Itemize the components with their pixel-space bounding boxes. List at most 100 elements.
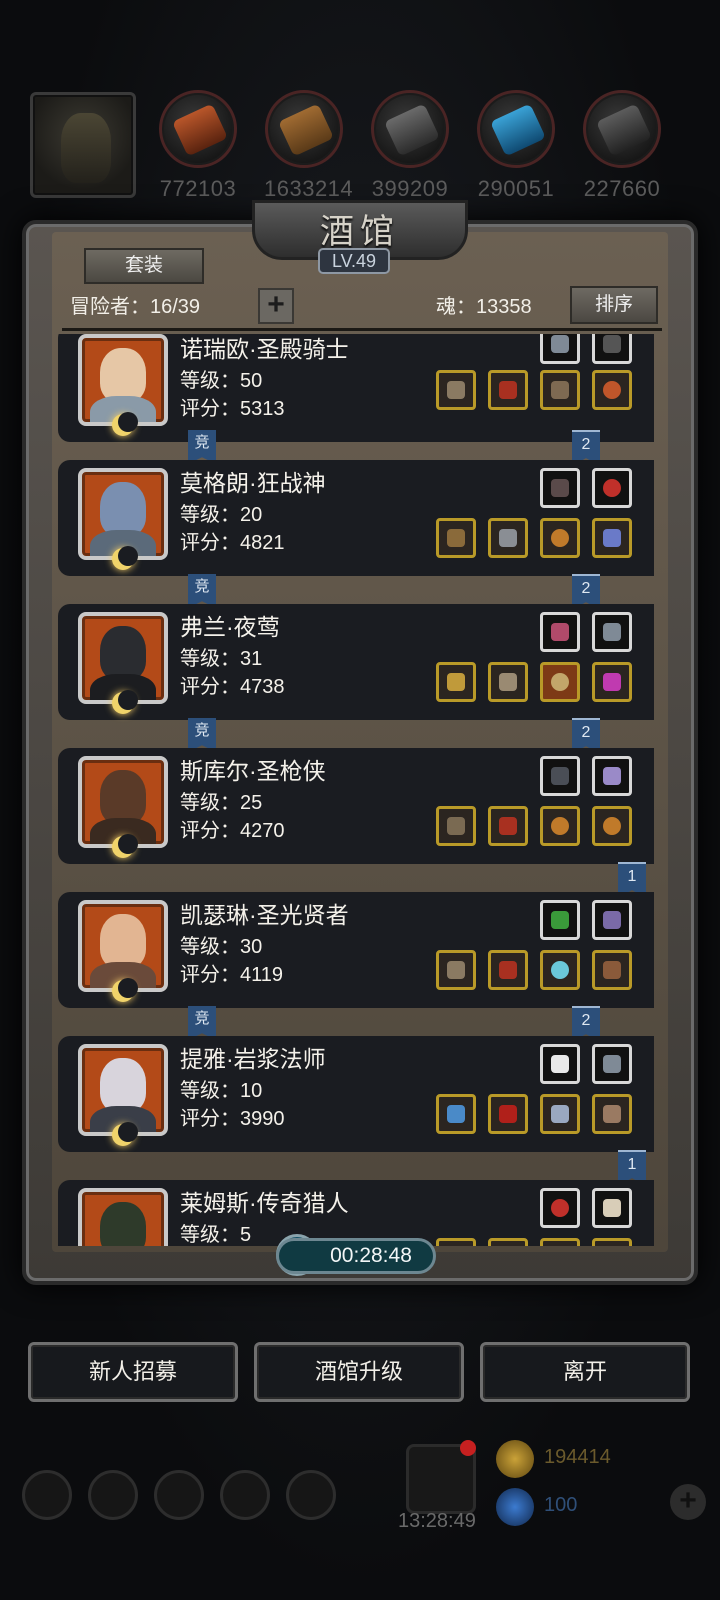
ring-slot[interactable]	[592, 370, 632, 410]
armor-slot[interactable]	[592, 612, 632, 652]
hero-level: 等级：5	[180, 1224, 252, 1246]
armor-slot[interactable]	[540, 334, 580, 364]
compass-icon[interactable]	[88, 1470, 138, 1520]
book-icon[interactable]	[286, 1470, 336, 1520]
helmet-slot[interactable]	[488, 518, 528, 558]
gem-slot[interactable]	[592, 468, 632, 508]
book-slot[interactable]	[540, 900, 580, 940]
resource-crystal[interactable]: 290051	[476, 90, 556, 210]
hero-level: 等级：10	[180, 1080, 263, 1102]
bottom-bar: 13:28:49 194414 100 +	[0, 1440, 720, 1600]
weapon-slot[interactable]	[436, 1238, 476, 1246]
hero-name: 诺瑞欧·圣殿骑士	[180, 336, 349, 362]
weapon-slot[interactable]	[436, 370, 476, 410]
hero-score: 评分：4738	[180, 676, 285, 698]
soul-count: 魂：13358	[436, 296, 532, 318]
boots-slot[interactable]	[592, 950, 632, 990]
helmet-slot[interactable]	[488, 370, 528, 410]
tavern-panel: 酒馆 LV.49 套装 冒险者：16/39 + 魂：13358 排序 诺瑞欧·圣…	[22, 200, 698, 1290]
gift-timer: 13:28:49	[398, 1510, 476, 1532]
gate-icon[interactable]	[154, 1470, 204, 1520]
resource-crystal-value: 290051	[477, 176, 555, 201]
amulet-slot[interactable]	[592, 518, 632, 558]
stone-icon	[371, 90, 449, 168]
competitive-badge: 竞	[188, 430, 216, 464]
hero-card[interactable]: 提雅·岩浆法师 等级：10 评分：3990	[58, 1036, 654, 1152]
hero-card[interactable]: 凯瑟琳·圣光贤者 等级：30 评分：4119	[58, 892, 654, 1008]
competitive-badge: 竞	[188, 574, 216, 608]
necklace-slot[interactable]	[592, 900, 632, 940]
upgrade-tavern-button[interactable]: 酒馆升级	[254, 1342, 464, 1402]
weapon-slot[interactable]	[436, 662, 476, 702]
iron-icon	[583, 90, 661, 168]
mask-slot[interactable]	[592, 1094, 632, 1134]
add-slot-button[interactable]: +	[258, 288, 294, 324]
chest-slot[interactable]	[540, 370, 580, 410]
crystal-slot[interactable]	[592, 756, 632, 796]
resource-wood[interactable]: 1633214	[264, 90, 354, 210]
gloves-slot[interactable]	[540, 1094, 580, 1134]
hero-score: 评分：4821	[180, 532, 285, 554]
resource-iron[interactable]: 227660	[582, 90, 662, 210]
mask-slot[interactable]	[540, 756, 580, 796]
shield-slot[interactable]	[540, 662, 580, 702]
ring-slot[interactable]	[540, 806, 580, 846]
mail-icon[interactable]	[220, 1470, 270, 1520]
tavern-level-badge: LV.49	[318, 248, 390, 274]
resource-meat-value: 772103	[159, 176, 237, 201]
resource-wood-value: 1633214	[264, 176, 354, 201]
ring-slot[interactable]	[540, 1238, 580, 1246]
set-button[interactable]: 套装	[84, 248, 204, 284]
resource-stone[interactable]: 399209	[370, 90, 450, 210]
resource-bar: 772103 1633214 399209 290051 227660	[0, 88, 720, 201]
amulet-slot[interactable]	[592, 662, 632, 702]
hero-card[interactable]: 莫格朗·狂战神 等级：20 评分：4821	[58, 460, 654, 576]
helmet-slot[interactable]	[488, 1238, 528, 1246]
gem-slot[interactable]	[540, 1188, 580, 1228]
weapon-slot[interactable]	[436, 1094, 476, 1134]
accessory-slot[interactable]	[540, 612, 580, 652]
accessory-slot[interactable]	[540, 468, 580, 508]
add-currency-button[interactable]: +	[670, 1484, 706, 1520]
amulet-slot[interactable]	[592, 1238, 632, 1246]
hero-level: 等级：30	[180, 936, 263, 958]
hero-list[interactable]: 诺瑞欧·圣殿骑士 等级：50 评分：5313 竞 2 莫格朗·狂战神 等级：20…	[58, 334, 662, 1246]
claw-slot[interactable]	[592, 1188, 632, 1228]
panel-title: 酒馆	[320, 212, 400, 252]
armor-slot[interactable]	[592, 1044, 632, 1084]
recruit-button[interactable]: 新人招募	[28, 1342, 238, 1402]
meat-icon	[159, 90, 237, 168]
chest-slot[interactable]	[488, 662, 528, 702]
ring-slot[interactable]	[540, 518, 580, 558]
helmet-slot[interactable]	[488, 950, 528, 990]
sort-button[interactable]: 排序	[570, 286, 658, 324]
competitive-badge: 竞	[188, 1006, 216, 1040]
notification-dot	[460, 1440, 476, 1456]
hero-card[interactable]: 弗兰·夜莺 等级：31 评分：4738	[58, 604, 654, 720]
player-avatar[interactable]	[30, 92, 136, 198]
hero-avatar	[78, 1188, 168, 1246]
hero-level: 等级：31	[180, 648, 263, 670]
gold-icon	[496, 1440, 534, 1478]
ring-slot[interactable]	[592, 806, 632, 846]
weapon-slot[interactable]	[436, 518, 476, 558]
hero-name: 莫格朗·狂战神	[180, 470, 326, 496]
cloak-slot[interactable]	[488, 1094, 528, 1134]
hero-card[interactable]: 斯库尔·圣枪侠 等级：25 评分：4270	[58, 748, 654, 864]
hero-level: 等级：20	[180, 504, 263, 526]
gloves-slot[interactable]	[592, 334, 632, 364]
helmet-slot[interactable]	[488, 806, 528, 846]
weapon-slot[interactable]	[436, 806, 476, 846]
shield-slot[interactable]	[540, 950, 580, 990]
weapon-slot[interactable]	[436, 950, 476, 990]
hero-score: 评分：5313	[180, 398, 285, 420]
moon-icon	[112, 978, 138, 1002]
hero-card[interactable]: 诺瑞欧·圣殿骑士 等级：50 评分：5313	[58, 334, 654, 442]
leave-button[interactable]: 离开	[480, 1342, 690, 1402]
feather-slot[interactable]	[540, 1044, 580, 1084]
settings-icon[interactable]	[22, 1470, 72, 1520]
moon-icon	[112, 1122, 138, 1146]
hero-card[interactable]: 莱姆斯·传奇猎人 等级：5	[58, 1180, 654, 1246]
resource-meat[interactable]: 772103	[158, 90, 238, 210]
hero-name: 提雅·岩浆法师	[180, 1046, 326, 1072]
